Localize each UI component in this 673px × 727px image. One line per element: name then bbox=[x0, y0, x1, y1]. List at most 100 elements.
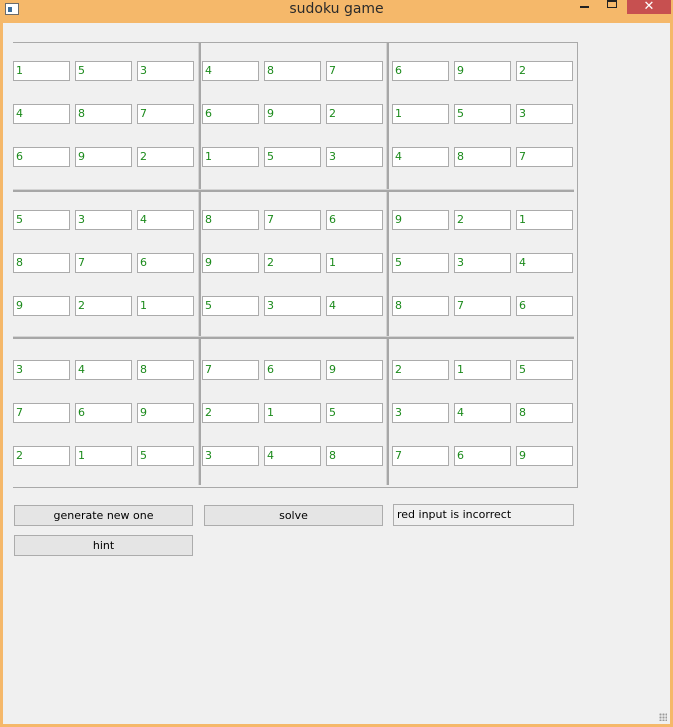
sudoku-cell[interactable]: 2 bbox=[454, 210, 511, 230]
sudoku-cell[interactable]: 9 bbox=[137, 403, 194, 423]
sudoku-cell[interactable]: 1 bbox=[326, 253, 383, 273]
sudoku-cell[interactable]: 4 bbox=[516, 253, 573, 273]
sudoku-cell[interactable]: 1 bbox=[264, 403, 321, 423]
sudoku-cell[interactable]: 4 bbox=[202, 61, 259, 81]
sudoku-cell[interactable]: 6 bbox=[202, 104, 259, 124]
sudoku-cell[interactable]: 6 bbox=[516, 296, 573, 316]
sudoku-cell[interactable]: 1 bbox=[202, 147, 259, 167]
sudoku-cell[interactable]: 8 bbox=[137, 360, 194, 380]
hint-button[interactable]: hint bbox=[14, 535, 193, 556]
sudoku-cell[interactable]: 6 bbox=[454, 446, 511, 466]
sudoku-cell[interactable]: 4 bbox=[326, 296, 383, 316]
sudoku-cell[interactable]: 2 bbox=[202, 403, 259, 423]
close-icon: ✕ bbox=[643, 0, 655, 14]
sudoku-cell[interactable]: 4 bbox=[264, 446, 321, 466]
sudoku-cell[interactable]: 8 bbox=[202, 210, 259, 230]
sudoku-cell[interactable]: 1 bbox=[75, 446, 132, 466]
sudoku-cell[interactable]: 3 bbox=[75, 210, 132, 230]
sudoku-cell[interactable]: 3 bbox=[326, 147, 383, 167]
close-button[interactable]: ✕ bbox=[627, 0, 671, 14]
sudoku-cell[interactable]: 3 bbox=[13, 360, 70, 380]
solve-button[interactable]: solve bbox=[204, 505, 383, 526]
app-window: sudoku game ✕ 15348769248769215369215348… bbox=[0, 0, 673, 727]
sudoku-cell[interactable]: 6 bbox=[264, 360, 321, 380]
sudoku-cell[interactable]: 9 bbox=[264, 104, 321, 124]
block-separator-vertical bbox=[386, 43, 389, 485]
sudoku-cell[interactable]: 2 bbox=[516, 61, 573, 81]
sudoku-cell[interactable]: 2 bbox=[326, 104, 383, 124]
sudoku-cell[interactable]: 7 bbox=[264, 210, 321, 230]
sudoku-cell[interactable]: 3 bbox=[392, 403, 449, 423]
sudoku-cell[interactable]: 5 bbox=[264, 147, 321, 167]
sudoku-cell[interactable]: 8 bbox=[516, 403, 573, 423]
sudoku-cell[interactable]: 8 bbox=[326, 446, 383, 466]
sudoku-cell[interactable]: 9 bbox=[454, 61, 511, 81]
sudoku-cell[interactable]: 5 bbox=[392, 253, 449, 273]
sudoku-cell[interactable]: 3 bbox=[454, 253, 511, 273]
sudoku-cell[interactable]: 9 bbox=[75, 147, 132, 167]
block-separator-vertical bbox=[198, 43, 201, 485]
window-title: sudoku game bbox=[289, 1, 384, 17]
sudoku-cell[interactable]: 7 bbox=[516, 147, 573, 167]
sudoku-cell[interactable]: 2 bbox=[264, 253, 321, 273]
sudoku-cell[interactable]: 8 bbox=[75, 104, 132, 124]
sudoku-cell[interactable]: 4 bbox=[454, 403, 511, 423]
sudoku-cell[interactable]: 5 bbox=[326, 403, 383, 423]
sudoku-cell[interactable]: 4 bbox=[392, 147, 449, 167]
sudoku-cell[interactable]: 4 bbox=[137, 210, 194, 230]
sudoku-cell[interactable]: 9 bbox=[516, 446, 573, 466]
sudoku-cell[interactable]: 6 bbox=[75, 403, 132, 423]
sudoku-cell[interactable]: 9 bbox=[13, 296, 70, 316]
sudoku-cell[interactable]: 2 bbox=[392, 360, 449, 380]
sudoku-cell[interactable]: 2 bbox=[13, 446, 70, 466]
maximize-button[interactable] bbox=[603, 0, 621, 13]
sudoku-cell[interactable]: 3 bbox=[137, 61, 194, 81]
sudoku-cell[interactable]: 7 bbox=[326, 61, 383, 81]
sudoku-cell[interactable]: 4 bbox=[13, 104, 70, 124]
block-separator-horizontal bbox=[13, 336, 574, 339]
sudoku-cell[interactable]: 5 bbox=[75, 61, 132, 81]
minimize-button[interactable] bbox=[577, 0, 593, 13]
sudoku-cell[interactable]: 7 bbox=[137, 104, 194, 124]
sudoku-cell[interactable]: 2 bbox=[75, 296, 132, 316]
sudoku-cell[interactable]: 3 bbox=[202, 446, 259, 466]
sudoku-cell[interactable]: 7 bbox=[75, 253, 132, 273]
sudoku-cell[interactable]: 7 bbox=[13, 403, 70, 423]
sudoku-cell[interactable]: 3 bbox=[516, 104, 573, 124]
sudoku-cell[interactable]: 6 bbox=[326, 210, 383, 230]
sudoku-cell[interactable]: 8 bbox=[392, 296, 449, 316]
sudoku-cell[interactable]: 7 bbox=[454, 296, 511, 316]
sudoku-cell[interactable]: 1 bbox=[13, 61, 70, 81]
sudoku-cell[interactable]: 6 bbox=[137, 253, 194, 273]
resize-grip[interactable] bbox=[659, 713, 667, 721]
sudoku-cell[interactable]: 6 bbox=[13, 147, 70, 167]
sudoku-cell[interactable]: 9 bbox=[326, 360, 383, 380]
generate-new-button[interactable]: generate new one bbox=[14, 505, 193, 526]
minimize-icon bbox=[580, 6, 589, 8]
sudoku-cell[interactable]: 1 bbox=[392, 104, 449, 124]
sudoku-cell[interactable]: 9 bbox=[202, 253, 259, 273]
block-separator-horizontal bbox=[13, 189, 574, 192]
sudoku-cell[interactable]: 1 bbox=[516, 210, 573, 230]
sudoku-cell[interactable]: 8 bbox=[13, 253, 70, 273]
sudoku-cell[interactable]: 2 bbox=[137, 147, 194, 167]
sudoku-cell[interactable]: 8 bbox=[264, 61, 321, 81]
sudoku-cell[interactable]: 5 bbox=[137, 446, 194, 466]
sudoku-cell[interactable]: 1 bbox=[454, 360, 511, 380]
sudoku-cell[interactable]: 6 bbox=[392, 61, 449, 81]
sudoku-cell[interactable]: 8 bbox=[454, 147, 511, 167]
sudoku-cell[interactable]: 5 bbox=[454, 104, 511, 124]
sudoku-cell[interactable]: 3 bbox=[264, 296, 321, 316]
maximize-icon bbox=[607, 0, 617, 8]
client-area: 1534876924876921536921534875348769218769… bbox=[3, 23, 670, 724]
title-bar[interactable]: sudoku game ✕ bbox=[0, 0, 673, 23]
sudoku-cell[interactable]: 5 bbox=[13, 210, 70, 230]
sudoku-cell[interactable]: 5 bbox=[202, 296, 259, 316]
status-message: red input is incorrect bbox=[393, 504, 574, 526]
sudoku-cell[interactable]: 7 bbox=[202, 360, 259, 380]
sudoku-cell[interactable]: 1 bbox=[137, 296, 194, 316]
sudoku-cell[interactable]: 9 bbox=[392, 210, 449, 230]
sudoku-cell[interactable]: 7 bbox=[392, 446, 449, 466]
sudoku-cell[interactable]: 5 bbox=[516, 360, 573, 380]
sudoku-cell[interactable]: 4 bbox=[75, 360, 132, 380]
